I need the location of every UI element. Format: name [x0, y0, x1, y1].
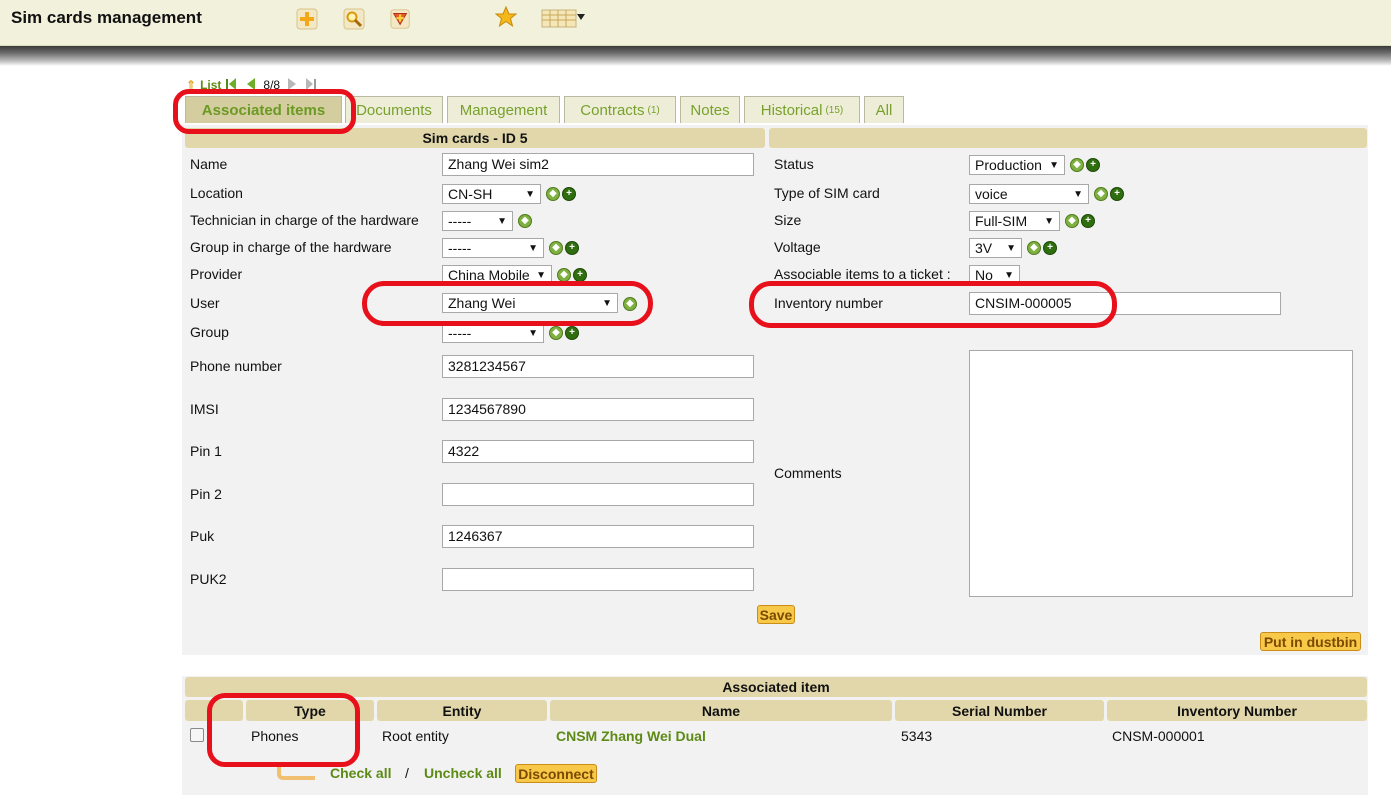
- add-icon[interactable]: [296, 8, 318, 30]
- label-pin1: Pin 1: [190, 443, 222, 459]
- label-puk2: PUK2: [190, 571, 227, 587]
- row-entity: Root entity: [382, 728, 449, 744]
- tab-contracts[interactable]: Contracts (1): [564, 96, 676, 123]
- annotation-user-field: [362, 281, 653, 326]
- puk-input[interactable]: 1246367: [442, 525, 754, 548]
- provider-add-icon[interactable]: +: [573, 268, 587, 282]
- pin2-input[interactable]: [442, 483, 754, 506]
- tab-historical[interactable]: Historical (15): [744, 96, 860, 123]
- group-hardware-search-icon[interactable]: ◆: [549, 241, 563, 255]
- group-add-icon[interactable]: +: [565, 326, 579, 340]
- app-header: [0, 0, 1391, 46]
- label-size: Size: [774, 212, 802, 228]
- size-search-icon[interactable]: ◆: [1065, 214, 1079, 228]
- tab-all[interactable]: All: [864, 96, 904, 123]
- tab-documents[interactable]: Documents: [345, 96, 443, 123]
- label-puk: Puk: [190, 528, 215, 544]
- status-search-icon[interactable]: ◆: [1070, 158, 1084, 172]
- group-hardware-add-icon[interactable]: +: [565, 241, 579, 255]
- associated-items-title: Associated item: [185, 677, 1367, 697]
- provider-search-icon[interactable]: ◆: [557, 268, 571, 282]
- label-associable: Associable items to a ticket :: [774, 266, 951, 282]
- column-header-name: Name: [550, 700, 892, 721]
- puk2-input[interactable]: [442, 568, 754, 591]
- check-all-link[interactable]: Check all: [330, 765, 391, 781]
- annotation-associated-items-tab: [173, 89, 356, 134]
- label-technician: Technician in charge of the hardware: [190, 212, 419, 228]
- column-header-entity: Entity: [377, 700, 547, 721]
- group-search-icon[interactable]: ◆: [549, 326, 563, 340]
- label-voltage: Voltage: [774, 239, 821, 255]
- annotation-type-column: [207, 693, 360, 767]
- voltage-select[interactable]: 3V ▼: [969, 238, 1022, 258]
- annotation-inventory-field: [749, 281, 1117, 328]
- label-phone: Phone number: [190, 358, 282, 374]
- phone-number-input[interactable]: 3281234567: [442, 355, 754, 378]
- comments-textarea[interactable]: [969, 350, 1353, 597]
- location-select[interactable]: CN-SH ▼: [442, 184, 541, 204]
- sim-type-select[interactable]: voice ▼: [969, 184, 1089, 204]
- tab-notes[interactable]: Notes: [680, 96, 740, 123]
- label-group: Group: [190, 324, 229, 340]
- voltage-add-icon[interactable]: +: [1043, 241, 1057, 255]
- label-name: Name: [190, 156, 228, 172]
- label-user: User: [190, 295, 220, 311]
- uncheck-all-link[interactable]: Uncheck all: [424, 765, 502, 781]
- imsi-input[interactable]: 1234567890: [442, 398, 754, 421]
- sim-type-add-icon[interactable]: +: [1110, 187, 1124, 201]
- label-provider: Provider: [190, 266, 243, 282]
- form-title-right: [769, 128, 1367, 148]
- row-checkbox[interactable]: [190, 728, 204, 742]
- columns-icon[interactable]: [541, 8, 586, 30]
- status-add-icon[interactable]: +: [1086, 158, 1100, 172]
- label-status: Status: [774, 156, 814, 172]
- selection-arrow-icon: [277, 766, 315, 780]
- location-search-icon[interactable]: ◆: [546, 187, 560, 201]
- template-icon[interactable]: [390, 8, 412, 30]
- put-in-dustbin-button[interactable]: Put in dustbin: [1260, 632, 1361, 651]
- label-comments: Comments: [774, 465, 842, 481]
- label-sim-type: Type of SIM card: [774, 185, 880, 201]
- row-serial: 5343: [901, 728, 933, 744]
- pin1-input[interactable]: 4322: [442, 440, 754, 463]
- name-input[interactable]: Zhang Wei sim2: [442, 153, 754, 176]
- location-add-icon[interactable]: +: [562, 187, 576, 201]
- sim-type-search-icon[interactable]: ◆: [1094, 187, 1108, 201]
- tab-management[interactable]: Management: [447, 96, 560, 123]
- label-pin2: Pin 2: [190, 486, 222, 502]
- size-add-icon[interactable]: +: [1081, 214, 1095, 228]
- label-imsi: IMSI: [190, 401, 219, 417]
- column-header-inventory: Inventory Number: [1107, 700, 1367, 721]
- technician-select[interactable]: ----- ▼: [442, 211, 513, 231]
- column-header-serial: Serial Number: [895, 700, 1104, 721]
- star-icon[interactable]: [495, 6, 517, 28]
- group-select[interactable]: ----- ▼: [442, 323, 544, 343]
- size-select[interactable]: Full-SIM ▼: [969, 211, 1060, 231]
- label-location: Location: [190, 185, 243, 201]
- row-name-link[interactable]: CNSM Zhang Wei Dual: [556, 728, 706, 744]
- technician-search-icon[interactable]: ◆: [518, 214, 532, 228]
- separator: /: [405, 765, 409, 781]
- status-select[interactable]: Production ▼: [969, 155, 1065, 175]
- row-inventory: CNSM-000001: [1112, 728, 1205, 744]
- app-title: Sim cards management: [11, 8, 202, 27]
- voltage-search-icon[interactable]: ◆: [1027, 241, 1041, 255]
- header-shadow: [0, 46, 1391, 66]
- save-button[interactable]: Save: [757, 605, 795, 624]
- disconnect-button[interactable]: Disconnect: [515, 764, 597, 783]
- search-icon[interactable]: [343, 8, 365, 30]
- group-hardware-select[interactable]: ----- ▼: [442, 238, 544, 258]
- label-group-hardware: Group in charge of the hardware: [190, 239, 392, 255]
